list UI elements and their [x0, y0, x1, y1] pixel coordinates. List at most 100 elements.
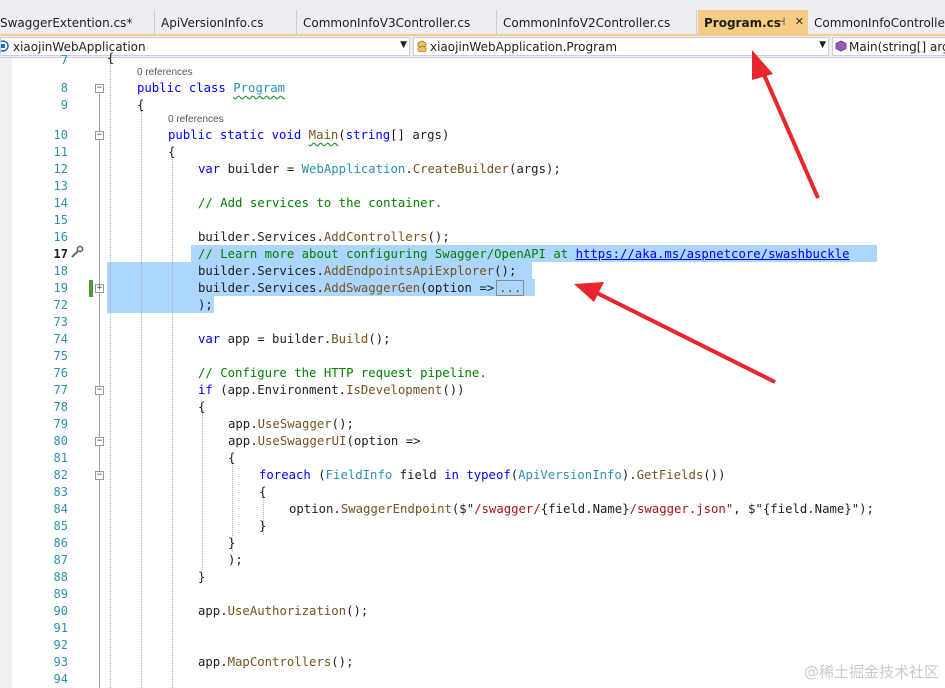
code-editor[interactable]: 7 8 9 10 11 12 13 14 15 16 17 18 19 72 7…	[0, 51, 945, 688]
tab-commoninfov3controller[interactable]: CommonInfoV3Controller.cs	[297, 10, 497, 36]
indent-guide	[141, 110, 142, 688]
method-icon	[835, 40, 847, 52]
tab-swaggerextention[interactable]: SwaggerExtention.cs*	[0, 10, 155, 36]
code-line-79: app.UseSwagger();	[228, 417, 354, 431]
code-line-16: builder.Services.AddControllers();	[198, 230, 450, 244]
pin-icon[interactable]: ⊣	[776, 15, 786, 28]
line-number: 81	[53, 451, 68, 465]
tab-apiversioninfo[interactable]: ApiVersionInfo.cs	[155, 10, 297, 36]
type-name: xiaojinWebApplication.Program	[430, 40, 618, 54]
line-number: 77	[53, 383, 68, 397]
code-line-77: if (app.Environment.IsDevelopment())	[198, 383, 465, 397]
code-line-8: public class Program	[137, 81, 286, 95]
line-number: 88	[53, 570, 68, 584]
code-line-78: {	[198, 400, 206, 414]
line-number: 8	[60, 81, 68, 95]
line-number: 10	[53, 128, 68, 142]
tab-label: Program.cs	[704, 16, 781, 30]
line-number: 16	[53, 230, 68, 244]
tab-icon-group: ⊣ ✕	[776, 15, 804, 28]
line-number: 76	[53, 366, 68, 380]
line-number: 7	[60, 53, 68, 67]
csharp-project-icon	[1, 40, 9, 52]
editor-margin-strip	[0, 58, 12, 688]
collapse-toggle[interactable]: −	[95, 131, 104, 140]
line-number: 82	[53, 468, 68, 482]
line-number: 72	[53, 298, 68, 312]
collapse-toggle[interactable]: −	[95, 471, 104, 480]
code-line-72: );	[198, 298, 213, 312]
code-line-14: // Add services to the container.	[198, 196, 443, 210]
code-line-86: }	[228, 536, 236, 550]
line-number: 9	[60, 98, 68, 112]
codelens-references[interactable]: 0 references	[137, 66, 193, 80]
code-line-82: foreach (FieldInfo field in typeof(ApiVe…	[259, 468, 726, 482]
line-number: 84	[53, 502, 68, 516]
codelens-references[interactable]: 0 references	[168, 113, 224, 127]
indent-guide	[202, 410, 203, 570]
line-number: 78	[53, 400, 68, 414]
code-line-10: public static void Main(string[] args)	[168, 128, 450, 142]
code-line-18: builder.Services.AddEndpointsApiExplorer…	[198, 264, 517, 278]
line-number: 74	[53, 332, 68, 346]
line-number: 90	[53, 604, 68, 618]
line-number: 83	[53, 485, 68, 499]
collapsed-region-indicator[interactable]: ...	[496, 280, 525, 296]
document-tab-strip: SwaggerExtention.cs* ApiVersionInfo.cs C…	[0, 0, 945, 36]
code-line-90: app.UseAuthorization();	[198, 604, 369, 618]
tab-label: SwaggerExtention.cs*	[0, 16, 133, 30]
line-number: 92	[53, 638, 68, 652]
collapse-toggle[interactable]: −	[95, 84, 104, 93]
line-number: 15	[53, 213, 68, 227]
code-line-19: builder.Services.AddSwaggerGen(option =>…	[198, 280, 525, 297]
line-number: 11	[53, 145, 68, 159]
expand-toggle[interactable]: +	[95, 284, 104, 293]
member-name: Main(string[] args)	[849, 40, 945, 54]
quick-actions-icon[interactable]	[70, 245, 84, 259]
code-line-84: option.SwaggerEndpoint($"/swagger/{field…	[289, 502, 874, 516]
line-number: 94	[53, 672, 68, 686]
tab-label: CommonInfoController.cs	[814, 16, 945, 30]
navigation-bar: xiaojinWebApplication ▼ xiaojinWebApplic…	[0, 36, 945, 58]
line-number-current: 17	[53, 247, 68, 261]
code-line-83: {	[259, 485, 267, 499]
tab-commoninfov2controller[interactable]: CommonInfoV2Controller.cs	[497, 10, 697, 36]
line-number: 85	[53, 519, 68, 533]
code-line-11: {	[168, 145, 176, 159]
code-line-74: var app = builder.Build();	[198, 332, 391, 346]
line-number: 73	[53, 315, 68, 329]
code-line-81: {	[228, 451, 236, 465]
member-dropdown[interactable]: Main(string[] args)	[832, 37, 945, 56]
tab-label: CommonInfoV2Controller.cs	[503, 16, 671, 30]
line-number: 14	[53, 196, 68, 210]
line-number: 75	[53, 349, 68, 363]
code-line-80: app.UseSwaggerUI(option =>	[228, 434, 421, 448]
line-number: 87	[53, 553, 68, 567]
change-tracking-marker	[89, 280, 93, 297]
line-number: 13	[53, 179, 68, 193]
type-dropdown[interactable]: xiaojinWebApplication.Program ▼	[413, 37, 829, 56]
docs-link[interactable]: https://aka.ms/aspnetcore/swashbuckle	[576, 247, 850, 261]
close-icon[interactable]: ✕	[795, 15, 804, 28]
code-line-9: {	[137, 98, 145, 112]
code-line-17: // Learn more about configuring Swagger/…	[198, 247, 850, 261]
line-number: 89	[53, 587, 68, 601]
line-number: 18	[53, 264, 68, 278]
line-number: 86	[53, 536, 68, 550]
line-number: 19	[53, 281, 68, 295]
line-number: 12	[53, 162, 68, 176]
tab-label: CommonInfoV3Controller.cs	[303, 16, 471, 30]
tab-commoninfocontroller[interactable]: CommonInfoController.cs	[808, 10, 945, 36]
chevron-down-icon: ▼	[400, 40, 407, 50]
code-line-12: var builder = WebApplication.CreateBuild…	[198, 162, 561, 176]
collapse-toggle[interactable]: −	[95, 386, 104, 395]
line-number: 79	[53, 417, 68, 431]
code-line-7: {	[107, 51, 115, 65]
tab-label: ApiVersionInfo.cs	[161, 16, 264, 30]
tab-program[interactable]: Program.cs ⊣ ✕	[698, 10, 808, 36]
line-number: 80	[53, 434, 68, 448]
collapse-toggle[interactable]: −	[95, 437, 104, 446]
chevron-down-icon: ▼	[819, 40, 826, 50]
code-line-85: }	[259, 519, 267, 533]
watermark: @稀土掘金技术社区	[803, 663, 939, 681]
